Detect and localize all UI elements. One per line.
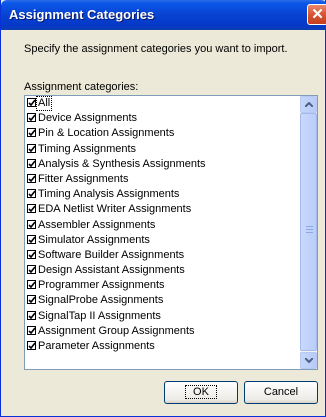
checkbox[interactable]: [27, 204, 36, 214]
checkbox[interactable]: [27, 325, 36, 335]
chevron-down-icon: [305, 358, 313, 363]
category-label: EDA Netlist Writer Assignments: [38, 203, 192, 216]
checkbox[interactable]: [27, 128, 36, 138]
category-label: SignalTap II Assignments: [38, 309, 161, 322]
checkbox[interactable]: [27, 98, 36, 107]
checkmark-icon: [28, 205, 36, 213]
category-item[interactable]: SignalProbe Assignments: [27, 294, 298, 309]
checkbox[interactable]: [27, 158, 36, 168]
checkmark-icon: [28, 312, 36, 319]
checkmark-icon: [28, 221, 36, 228]
category-label: Assembler Assignments: [38, 218, 156, 231]
checkmark-icon: [28, 190, 36, 198]
intro-text: Specify the assignment categories you wa…: [24, 43, 288, 55]
checkbox[interactable]: [27, 219, 36, 229]
category-label: All: [35, 96, 53, 111]
category-label: Programmer Assignments: [38, 279, 165, 292]
category-label: Fitter Assignments: [38, 172, 129, 185]
category-label: Simulator Assignments: [38, 233, 150, 246]
category-item[interactable]: Assignment Group Assignments: [27, 325, 298, 340]
category-label: Pin & Location Assignments: [38, 127, 175, 140]
checkbox[interactable]: [27, 189, 36, 199]
grip-line: [306, 232, 313, 233]
checkbox[interactable]: [27, 249, 36, 259]
checkmark-icon: [28, 160, 36, 167]
category-label: Parameter Assignments: [38, 340, 155, 352]
title-bar[interactable]: Assignment Categories ✕: [1, 0, 326, 30]
close-icon: ✕: [311, 6, 324, 23]
categories-listbox[interactable]: All Device Assignments Pin & Location Assi…: [24, 95, 318, 370]
grip-line: [306, 229, 313, 230]
checkmark-icon: [28, 236, 36, 243]
checkbox[interactable]: [27, 113, 36, 123]
category-item[interactable]: Pin & Location Assignments: [27, 127, 298, 142]
checkmark-icon: [28, 281, 36, 289]
cancel-button-label: Cancel: [263, 386, 299, 398]
checkbox[interactable]: [27, 341, 36, 350]
dialog-title: Assignment Categories: [9, 7, 155, 22]
scroll-thumb[interactable]: [300, 113, 317, 351]
ok-button[interactable]: OK: [164, 381, 238, 404]
category-item[interactable]: EDA Netlist Writer Assignments: [27, 203, 298, 218]
category-item[interactable]: All: [27, 96, 298, 112]
category-item[interactable]: Device Assignments: [27, 112, 298, 127]
checkmark-icon: [28, 327, 36, 335]
category-item[interactable]: Design Assistant Assignments: [27, 264, 298, 279]
checkmark-icon: [28, 266, 36, 274]
checkbox[interactable]: [27, 234, 36, 244]
checkbox[interactable]: [27, 265, 36, 275]
category-label: Timing Assignments: [38, 142, 137, 155]
checkmark-icon: [28, 342, 36, 350]
checkbox[interactable]: [27, 295, 36, 305]
category-label: Design Assistant Assignments: [38, 264, 185, 277]
assignment-categories-dialog: Assignment Categories ✕ Specify the assi…: [0, 0, 326, 417]
list-label: Assignment categories:: [24, 81, 139, 93]
category-item[interactable]: Software Builder Assignments: [27, 249, 298, 264]
vertical-scrollbar[interactable]: [300, 96, 317, 369]
category-item[interactable]: Analysis & Synthesis Assignments: [27, 158, 298, 173]
checkbox[interactable]: [27, 173, 36, 183]
grip-line: [306, 226, 313, 227]
checkbox[interactable]: [27, 280, 36, 290]
category-item[interactable]: Timing Analysis Assignments: [27, 188, 298, 203]
category-item[interactable]: Timing Assignments: [27, 143, 298, 158]
chevron-up-icon: [305, 102, 313, 107]
scroll-down-button[interactable]: [300, 352, 317, 369]
category-item[interactable]: Simulator Assignments: [27, 234, 298, 249]
category-item[interactable]: Parameter Assignments: [27, 340, 298, 355]
category-item[interactable]: Programmer Assignments: [27, 279, 298, 294]
category-item[interactable]: Assembler Assignments: [27, 219, 298, 234]
checkmark-icon: [28, 251, 36, 259]
category-label: Analysis & Synthesis Assignments: [38, 157, 206, 170]
checkmark-icon: [28, 175, 36, 183]
checkmark-icon: [28, 114, 36, 122]
checkbox[interactable]: [27, 143, 36, 153]
category-item[interactable]: Fitter Assignments: [27, 173, 298, 188]
category-label: Device Assignments: [38, 112, 138, 125]
category-label: Timing Analysis Assignments: [38, 188, 180, 201]
cancel-button[interactable]: Cancel: [244, 381, 318, 404]
category-list: All Device Assignments Pin & Location Assi…: [27, 96, 298, 355]
checkmark-icon: [28, 99, 36, 107]
category-label: Assignment Group Assignments: [38, 324, 195, 337]
checkmark-icon: [28, 296, 36, 304]
checkmark-icon: [28, 145, 36, 152]
category-item[interactable]: SignalTap II Assignments: [27, 310, 298, 325]
checkmark-icon: [28, 129, 36, 137]
scroll-up-button[interactable]: [300, 96, 317, 113]
close-button[interactable]: ✕: [307, 4, 326, 25]
category-label: SignalProbe Assignments: [38, 294, 164, 307]
checkbox[interactable]: [27, 310, 36, 320]
category-label: Software Builder Assignments: [38, 248, 185, 261]
ok-button-label: OK: [185, 385, 217, 399]
